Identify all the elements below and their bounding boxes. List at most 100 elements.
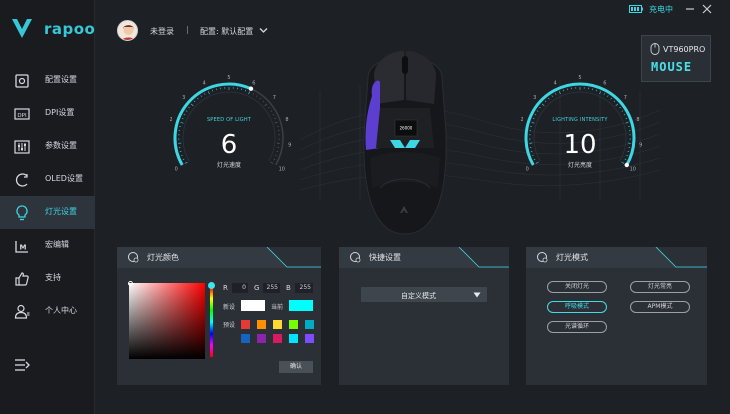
menu-icon[interactable] [13,356,31,374]
current-color-label: 当前 [271,304,284,311]
panel-title: 灯光模式 [556,253,588,262]
preset-swatch[interactable] [241,334,250,343]
preset-swatch[interactable] [289,334,298,343]
gauge-subtitle: 灯光速度 [216,162,241,169]
sidebar-item-config[interactable]: 配置设置 [0,64,95,97]
config-icon [15,74,29,88]
svg-text:M: M [20,244,27,252]
hue-slider-handle[interactable] [208,282,215,289]
preset-swatch[interactable] [289,320,298,329]
r-input[interactable]: 0 [232,283,248,293]
new-color-swatch [241,300,265,311]
gauge-tick [619,106,621,109]
battery-icon [629,5,643,13]
g-label: G [254,284,260,292]
login-status[interactable]: 未登录 [150,26,174,37]
sidebar-item-profile[interactable]: 个人中心 [0,295,95,328]
gauge-tick [200,95,202,97]
intensity-gauge[interactable]: 012345678910 LIGHTING INTENSITY 10 灯光亮度 [521,72,661,192]
close-button[interactable] [700,2,714,16]
sidebar-item-lighting[interactable]: 灯光设置 [0,196,95,229]
gauge-tick [615,103,619,107]
current-color-swatch [289,300,313,311]
gauge-tick-label: 5 [578,75,581,81]
preset-swatch[interactable] [273,334,282,343]
preset-swatch[interactable] [305,320,314,329]
preset-swatch[interactable] [305,334,314,343]
panel-header: 灯光模式 [526,247,707,268]
r-label: R [223,284,228,292]
gauge-title: SPEED OF LIGHT [206,117,252,123]
mode-button-off[interactable]: 关闭灯光 [547,281,607,293]
lighting-mode-panel: 灯光模式 关闭灯光 灯光常亮 呼吸模式 APM模式 光谱循环 [526,247,707,385]
sidebar-item-dpi[interactable]: DPI DPI设置 [0,97,95,130]
panel-title: 灯光颜色 [147,253,179,262]
sidebar-item-label: 宏编辑 [45,240,69,249]
quick-settings-icon [350,252,361,263]
mode-button-always-on[interactable]: 灯光常亮 [630,281,690,293]
gauge-tick [248,91,251,95]
thumbs-up-icon [15,272,29,286]
gauge-tick-label: 7 [273,95,276,101]
gauge-tick [272,114,275,116]
gauge-tick [555,93,557,95]
gauge-handle[interactable] [248,86,254,91]
b-input[interactable]: 255 [295,283,313,293]
charging-status: 充电中 [649,5,673,14]
gauge-tick [183,114,186,116]
speed-gauge[interactable]: 012345678910 SPEED OF LIGHT 6 灯光速度 [170,72,310,192]
gauge-subtitle: 灯光亮度 [567,162,592,169]
g-input[interactable]: 255 [263,283,280,293]
gauge-tick [623,114,626,116]
sidebar-item-label: DPI设置 [45,108,75,117]
color-palette-icon [128,252,139,263]
gauge-tick [599,91,602,95]
color-picker-area[interactable] [129,283,205,359]
sidebar-nav: 配置设置 DPI DPI设置 参数设置 OLED设置 灯光设置 M 宏编辑 支持… [0,64,95,328]
gauge-tick-label: 9 [288,142,291,148]
color-panel: 灯光颜色 R 0 G 255 B 255 新设 当前 预设 确认 [117,247,321,385]
config-selector[interactable]: 配置: 默认配置 [200,26,253,37]
preset-swatch[interactable] [273,320,282,329]
mode-button-breathing[interactable]: 呼吸模式 [547,301,607,313]
dpi-icon: DPI [14,108,30,120]
gauge-tick [558,91,561,95]
app-window: rapoo 配置设置 DPI DPI设置 参数设置 OLED设置 灯光设置 M … [0,0,730,414]
gauge-tick [607,95,609,97]
mode-button-apm[interactable]: APM模式 [630,301,690,313]
gauge-tick [610,97,612,100]
sidebar-item-support[interactable]: 支持 [0,262,95,295]
panel-header: 灯光颜色 [117,247,321,268]
preset-swatch[interactable] [257,334,266,343]
gauge-tick [621,110,624,112]
minimize-button[interactable] [683,2,697,16]
preset-swatch[interactable] [257,320,266,329]
rapoo-logo: rapoo [10,16,95,46]
sidebar-item-oled[interactable]: OLED设置 [0,163,95,196]
color-picker-cursor[interactable] [128,281,133,286]
gauge-tick [207,91,210,95]
gauge-tick [548,97,550,100]
gauge-tick [541,103,545,107]
b-label: B [286,284,291,292]
avatar-icon [121,25,136,40]
chevron-down-icon[interactable] [259,27,268,34]
mode-button-spectrum[interactable]: 光谱循环 [547,321,607,333]
sidebar-item-params[interactable]: 参数设置 [0,130,95,163]
preset-swatch[interactable] [241,320,250,329]
confirm-button[interactable]: 确认 [279,361,313,373]
gauge-tick [204,93,206,95]
hue-slider[interactable] [210,287,213,357]
mode-dropdown[interactable]: 自定义模式 [361,287,487,302]
lightbulb-icon [16,205,28,221]
gauge-tick [551,95,553,97]
gauge-title: LIGHTING INTENSITY [552,117,608,123]
sidebar-item-macro[interactable]: M 宏编辑 [0,229,95,262]
device-model: VT960PRO [663,45,706,54]
close-icon [702,4,712,14]
gauge-tick [197,97,199,100]
gauge-tick [270,110,273,112]
avatar[interactable] [117,20,138,41]
gauge-tick-label: 6 [603,80,606,86]
dropdown-arrow-icon [473,292,481,298]
